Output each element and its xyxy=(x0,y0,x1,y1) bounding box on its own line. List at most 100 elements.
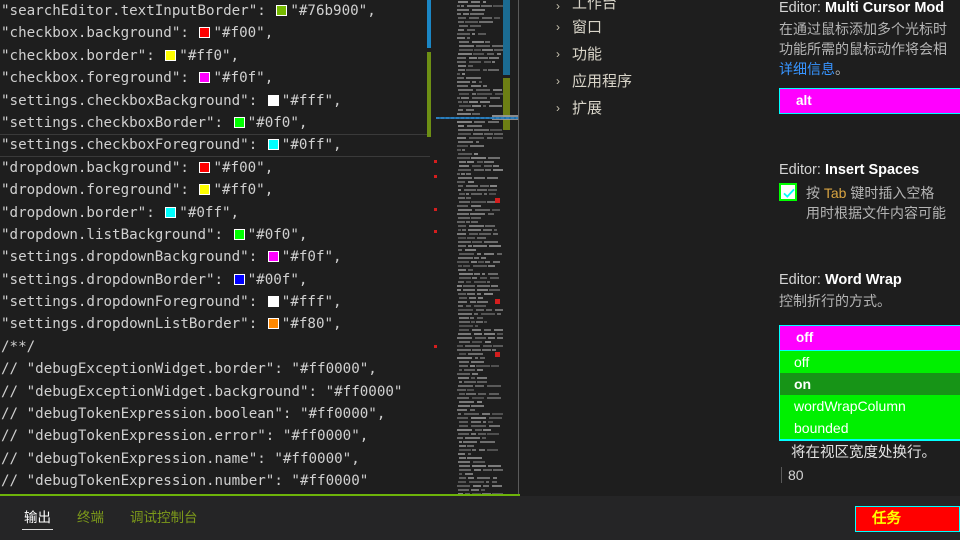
color-swatch-icon[interactable] xyxy=(267,251,279,263)
panel-tab[interactable]: 终端 xyxy=(75,496,106,540)
chevron-right-icon[interactable]: › xyxy=(556,0,572,13)
setting-description-line1: 按 Tab 键时插入空格 xyxy=(806,185,935,201)
code-key: "checkbox.background": xyxy=(1,25,198,42)
editor-overview-ruler[interactable] xyxy=(503,0,517,495)
code-value: "#0ff", xyxy=(281,137,342,154)
code-line[interactable]: "checkbox.border": "#ff0", xyxy=(0,45,430,67)
code-key: "searchEditor.textInputBorder": xyxy=(1,3,275,19)
code-line[interactable]: // "debugExceptionWidget.border": "#ff00… xyxy=(0,358,430,380)
code-key: "checkbox.foreground": xyxy=(1,70,198,87)
insert-spaces-row[interactable]: 按 Tab 键时插入空格 用时根据文件内容可能 xyxy=(779,183,960,223)
chevron-right-icon[interactable]: › xyxy=(556,20,572,34)
code-line[interactable]: "settings.dropdownBackground": "#f0f", xyxy=(0,246,430,268)
color-swatch-icon[interactable] xyxy=(199,27,211,39)
code-value: "#f0f", xyxy=(281,249,342,266)
check-icon xyxy=(783,188,795,198)
chevron-right-icon[interactable]: › xyxy=(556,101,572,115)
setting-multi-cursor-modifier[interactable]: Editor: Multi Cursor Mod 在通过鼠标添加多个光标时 功能… xyxy=(779,0,960,114)
setting-description-link-row: 详细信息。 xyxy=(779,61,849,77)
bottom-panel[interactable]: 输出 终端 调试控制台 任务 xyxy=(0,496,960,540)
code-line[interactable]: /**/ xyxy=(0,336,430,358)
panel-tab[interactable]: 输出 xyxy=(22,496,53,540)
word-wrap-option[interactable]: bounded xyxy=(780,417,960,439)
code-line[interactable]: "dropdown.listBackground": "#0f0", xyxy=(0,224,430,246)
code-key: "checkbox.border": xyxy=(1,47,164,64)
color-swatch-icon[interactable] xyxy=(199,72,211,84)
code-line[interactable]: "settings.checkboxBorder": "#0f0", xyxy=(0,112,430,134)
code-key: "settings.dropdownListBorder": xyxy=(1,316,266,333)
color-swatch-icon[interactable] xyxy=(267,139,279,151)
color-swatch-icon[interactable] xyxy=(165,206,177,218)
code-line[interactable]: "settings.dropdownBorder": "#00f", xyxy=(0,269,430,291)
toc-item-label: 应用程序 xyxy=(572,73,633,90)
color-swatch-icon[interactable] xyxy=(233,116,245,128)
toc-item-4[interactable]: › 扩展 xyxy=(521,94,779,121)
color-swatch-icon[interactable] xyxy=(233,228,245,240)
color-swatch-icon[interactable] xyxy=(267,318,279,330)
more-info-link[interactable]: 详细信息 xyxy=(779,61,835,77)
word-wrap-option[interactable]: on xyxy=(780,373,960,395)
task-button[interactable]: 任务 xyxy=(855,506,960,532)
code-line[interactable]: // "debugExceptionWidget.background": "#… xyxy=(0,381,430,403)
color-swatch-icon[interactable] xyxy=(199,184,211,196)
code-line[interactable]: "dropdown.background": "#f00", xyxy=(0,157,430,179)
color-swatch-icon[interactable] xyxy=(276,5,288,16)
color-swatch-icon[interactable] xyxy=(233,273,245,285)
setting-insert-spaces[interactable]: Editor: Insert Spaces 按 Tab 键时插入空格 用时根据文… xyxy=(779,162,960,223)
setting-description-line2: 功能所需的鼠标动作将会相 xyxy=(779,41,947,57)
code-line[interactable]: // "debugTokenExpression.number": "#ff00… xyxy=(0,470,430,492)
code-line[interactable]: "dropdown.foreground": "#ff0", xyxy=(0,179,430,201)
code-key: "settings.checkboxForeground": xyxy=(1,137,266,154)
settings-json-editor[interactable]: "searchEditor.textInputBorder": "#76b900… xyxy=(0,0,519,495)
settings-table-of-contents[interactable]: › 工作台 › 窗口 › 功能 › 应用程序 › 扩展 xyxy=(521,0,779,495)
panel-tab-list[interactable]: 输出 终端 调试控制台 xyxy=(0,496,960,540)
insert-spaces-checkbox[interactable] xyxy=(779,183,797,201)
vscode-window: "searchEditor.textInputBorder": "#76b900… xyxy=(0,0,960,540)
word-wrap-option-list[interactable]: off on wordWrapColumn bounded xyxy=(779,351,960,440)
panel-tab[interactable]: 调试控制台 xyxy=(128,496,200,540)
code-value: "#00f", xyxy=(247,271,308,288)
code-line[interactable]: "settings.checkboxBackground": "#fff", xyxy=(0,90,430,112)
code-content[interactable]: "searchEditor.textInputBorder": "#76b900… xyxy=(0,0,430,493)
code-line[interactable]: // "debugTokenExpression.error": "#ff000… xyxy=(0,425,430,447)
word-wrap-option[interactable]: off xyxy=(780,351,960,373)
code-value: "#76b900", xyxy=(290,3,376,19)
code-key: "settings.checkboxBorder": xyxy=(1,114,232,131)
code-line[interactable]: "checkbox.foreground": "#f0f", xyxy=(0,67,430,89)
toc-item-1[interactable]: › 窗口 xyxy=(521,13,779,40)
word-wrap-option-description: 将在视区宽度处换行。 xyxy=(779,440,960,465)
toc-item-label: 功能 xyxy=(572,46,603,63)
multi-cursor-modifier-select[interactable]: alt xyxy=(779,88,960,114)
code-key: "dropdown.background": xyxy=(1,159,198,176)
word-wrap-option[interactable]: wordWrapColumn xyxy=(780,395,960,417)
code-line[interactable]: "settings.dropdownListBorder": "#f80", xyxy=(0,313,430,335)
setting-word-wrap[interactable]: Editor: Word Wrap 控制折行的方式。 off off on word… xyxy=(779,272,960,483)
code-line[interactable]: // "debugTokenExpression.boolean": "#ff0… xyxy=(0,403,430,425)
word-wrap-column-value[interactable]: 80 xyxy=(781,467,960,483)
code-key: "dropdown.listBackground": xyxy=(1,226,232,243)
color-swatch-icon[interactable] xyxy=(165,49,177,61)
code-key: // "debugTokenExpression.boolean": "#ff0… xyxy=(1,406,386,423)
code-line[interactable]: "dropdown.border": "#0ff", xyxy=(0,202,430,224)
code-line[interactable]: // "debugTokenExpression.name": "#ff0000… xyxy=(0,448,430,470)
toc-item-3[interactable]: › 应用程序 xyxy=(521,67,779,94)
code-value: "#ff0", xyxy=(179,47,240,64)
code-line[interactable]: "settings.checkboxForeground": "#0ff", xyxy=(0,134,430,157)
code-key: // "debugExceptionWidget.background": "#… xyxy=(1,383,403,400)
color-swatch-icon[interactable] xyxy=(267,296,279,308)
chevron-right-icon[interactable]: › xyxy=(556,74,572,88)
code-line[interactable]: "checkbox.background": "#f00", xyxy=(0,22,430,44)
code-line[interactable]: "searchEditor.textInputBorder": "#76b900… xyxy=(0,0,430,22)
toc-item-2[interactable]: › 功能 xyxy=(521,40,779,67)
color-swatch-icon[interactable] xyxy=(199,161,211,173)
toc-item-label: 扩展 xyxy=(572,100,603,117)
chevron-right-icon[interactable]: › xyxy=(556,47,572,61)
code-line[interactable]: "settings.dropdownForeground": "#fff", xyxy=(0,291,430,313)
word-wrap-select[interactable]: off xyxy=(779,325,960,351)
code-value: "#0f0", xyxy=(247,114,308,131)
settings-detail-pane[interactable]: Editor: Multi Cursor Mod 在通过鼠标添加多个光标时 功能… xyxy=(779,0,960,495)
editor-left-ruler xyxy=(425,0,439,495)
toc-item-0[interactable]: › 工作台 xyxy=(521,0,779,13)
editor-minimap[interactable] xyxy=(455,0,503,495)
color-swatch-icon[interactable] xyxy=(267,94,279,106)
